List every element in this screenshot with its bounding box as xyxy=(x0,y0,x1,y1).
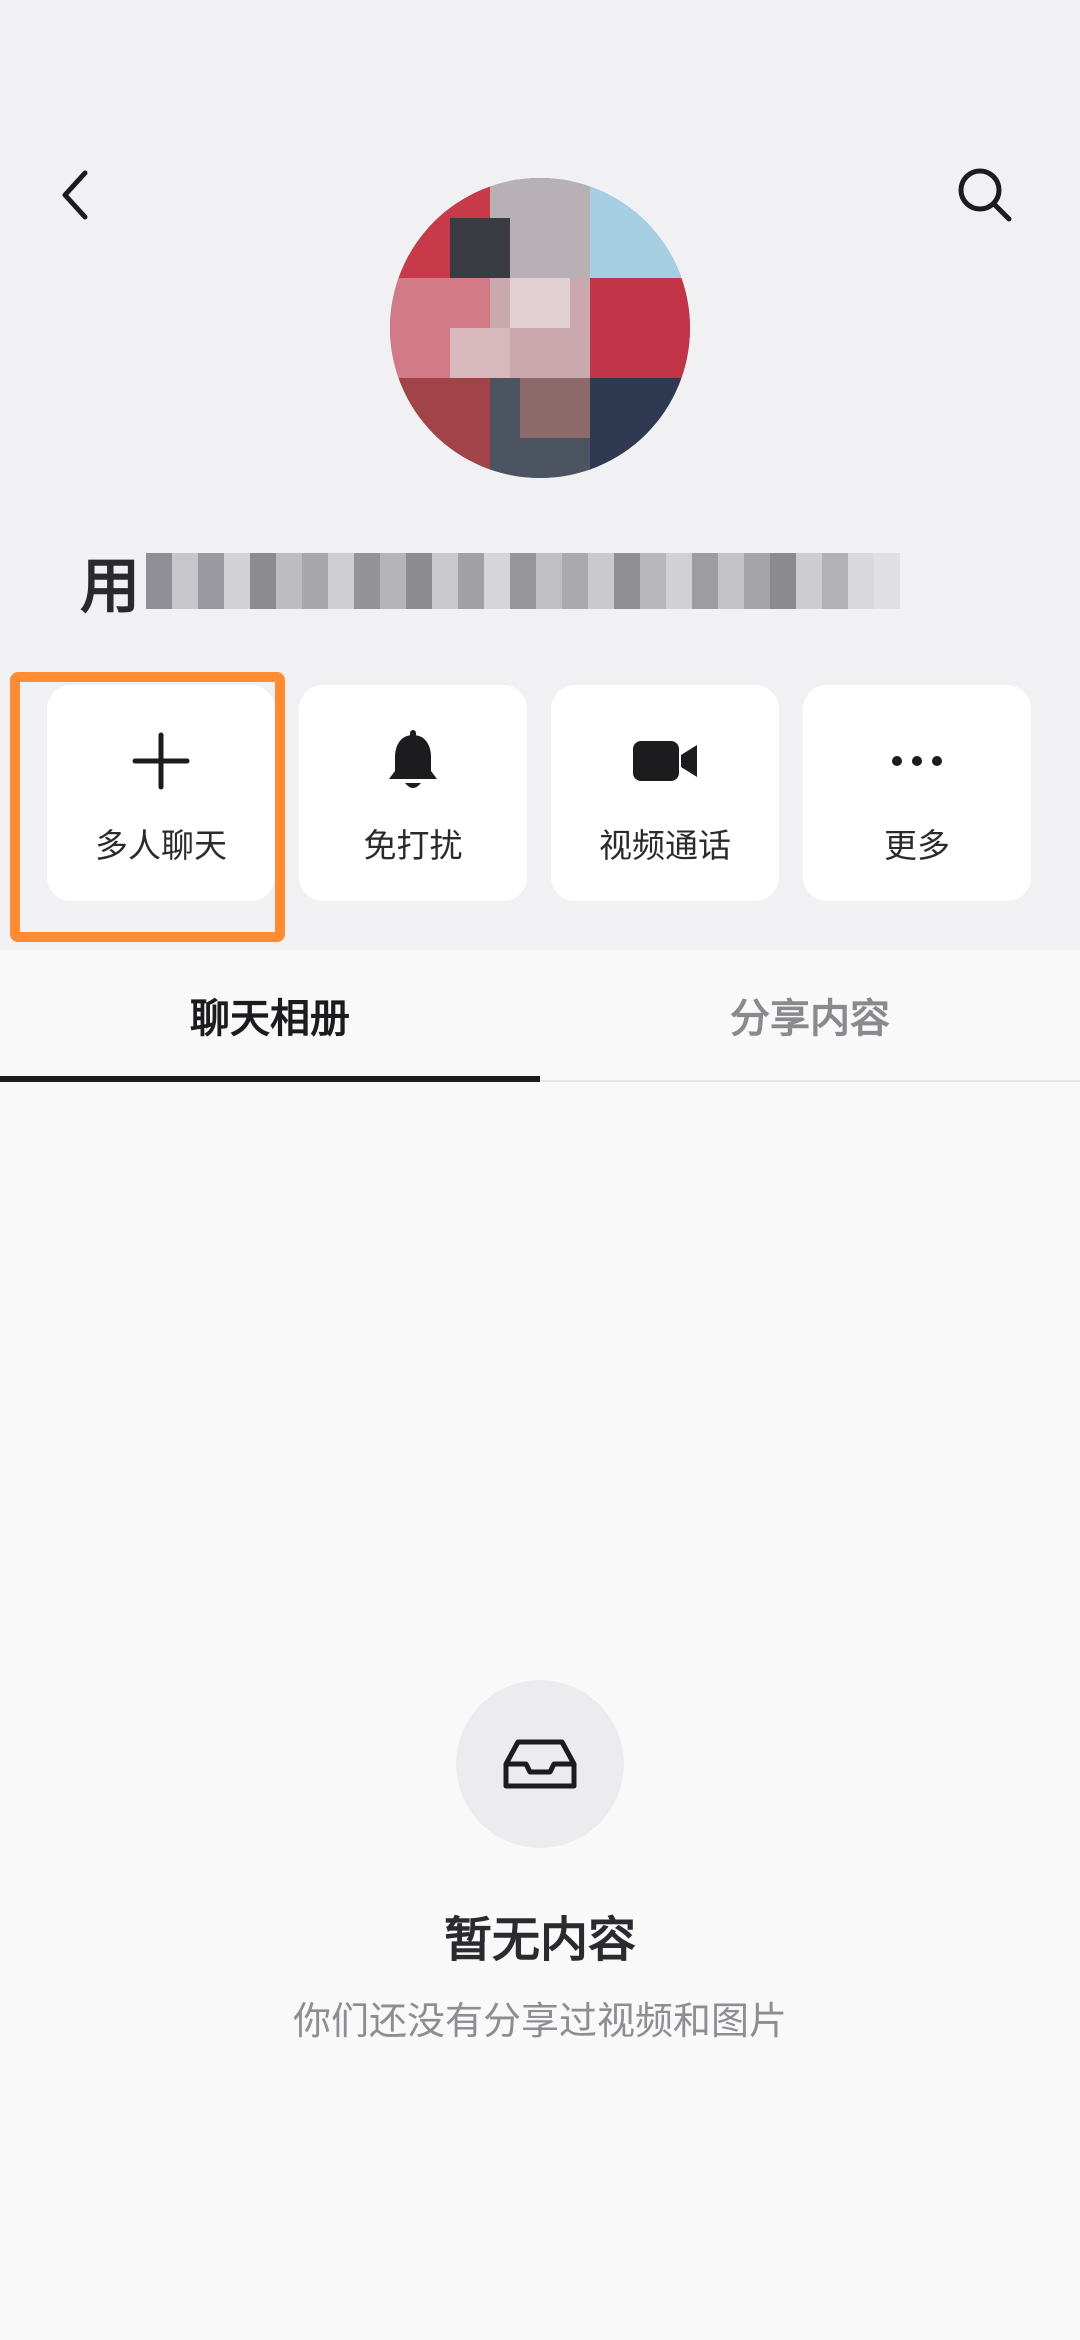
empty-title: 暂无内容 xyxy=(443,1912,636,1968)
contact-name-text: 用 xyxy=(80,551,140,622)
more-button[interactable]: 更多 xyxy=(803,685,1031,901)
tab-chat-album-label: 聊天相册 xyxy=(190,996,350,1042)
video-camera-icon xyxy=(631,725,699,797)
chevron-left-icon xyxy=(62,170,88,220)
tab-shared-content-label: 分享内容 xyxy=(730,996,890,1042)
do-not-disturb-label: 免打扰 xyxy=(363,826,463,865)
empty-subtitle: 你们还没有分享过视频和图片 xyxy=(292,1999,787,2043)
tab-shared-content[interactable]: 分享内容 xyxy=(540,950,1080,1080)
empty-state: 暂无内容 你们还没有分享过视频和图片 xyxy=(0,1680,1080,2060)
tab-chat-album[interactable]: 聊天相册 xyxy=(0,950,540,1082)
more-dots-icon xyxy=(889,725,945,797)
contact-name: 用 xyxy=(80,538,990,624)
search-icon xyxy=(958,168,1012,222)
inbox-icon xyxy=(503,1739,577,1789)
video-call-button[interactable]: 视频通话 xyxy=(551,685,779,901)
chat-profile-page: 用 多人聊天 免打扰 视频通话 更多 聊天相册 分享内容 暂无内容 你们还没有分… xyxy=(0,0,1080,2340)
content-tabs: 聊天相册 分享内容 xyxy=(0,950,1080,1082)
more-label: 更多 xyxy=(884,826,950,865)
video-call-label: 视频通话 xyxy=(599,826,731,865)
tab-indicator xyxy=(0,1076,540,1082)
contact-name-mosaic xyxy=(146,553,900,609)
highlight-box xyxy=(10,672,285,942)
search-button[interactable] xyxy=(940,150,1030,240)
empty-icon-circle xyxy=(456,1680,624,1848)
profile-header: 用 多人聊天 免打扰 视频通话 更多 xyxy=(0,0,1080,950)
bell-icon xyxy=(385,725,441,797)
back-button[interactable] xyxy=(40,150,110,240)
avatar[interactable] xyxy=(390,178,690,478)
do-not-disturb-button[interactable]: 免打扰 xyxy=(299,685,527,901)
